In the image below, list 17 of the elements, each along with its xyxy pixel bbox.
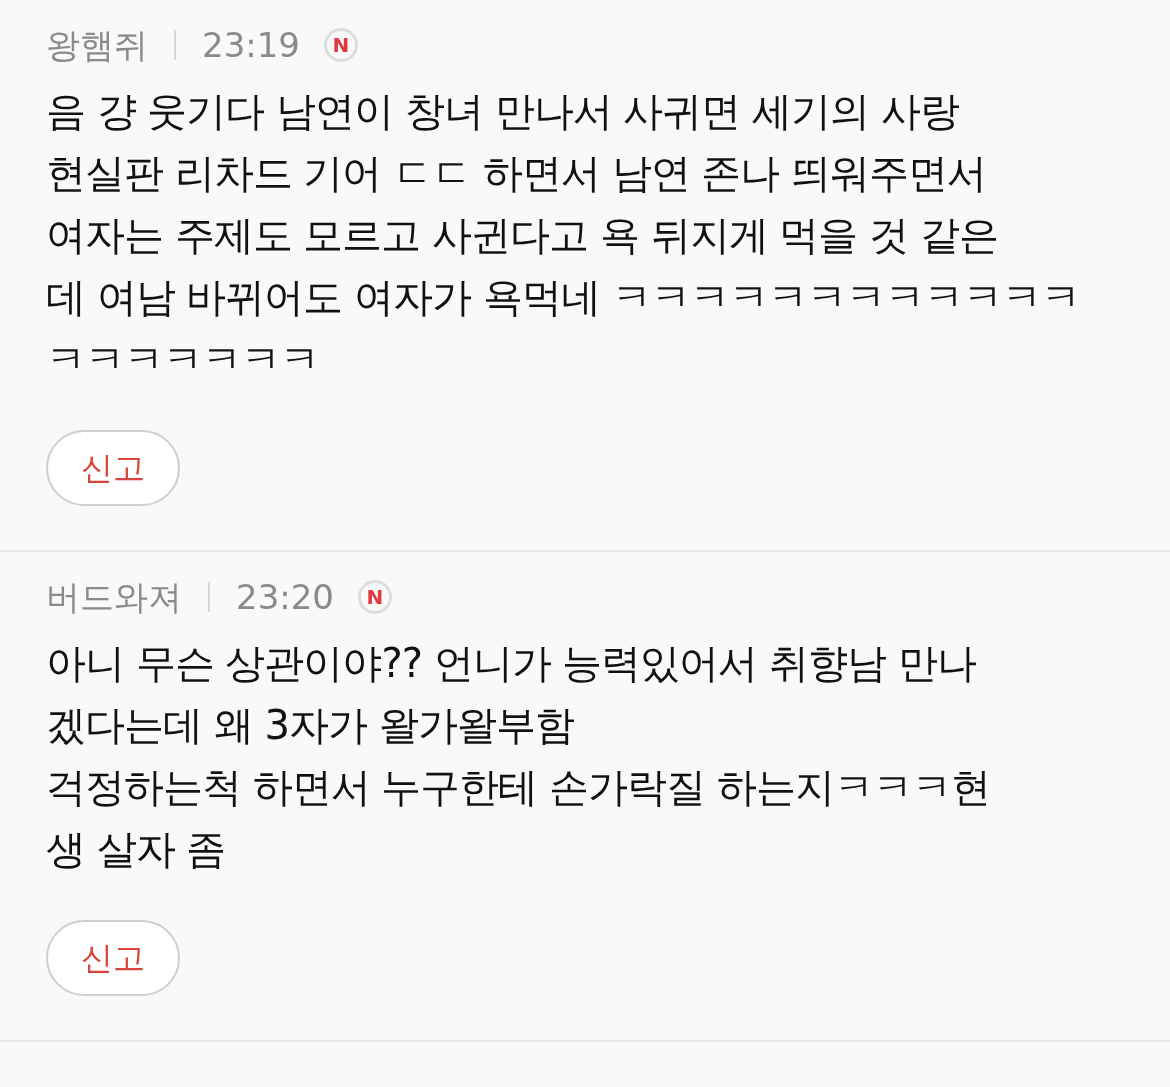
new-badge: N xyxy=(324,28,358,62)
comment-line: 현실판 리차드 기어 ㄷㄷ 하면서 남연 존나 띄워주면서 xyxy=(46,149,986,198)
author-name: 버드와져 xyxy=(46,580,182,614)
comment-line: 생 살자 좀 xyxy=(46,825,226,874)
comment-line: 여자는 주제도 모르고 사귄다고 욕 뒤지게 먹을 것 같은 xyxy=(46,211,998,260)
comment-line: 음 걍 웃기다 남연이 창녀 만나서 사귀면 세기의 사랑 xyxy=(46,87,959,136)
report-button[interactable]: 신고 xyxy=(46,430,180,506)
comment-line: 겠다는데 왜 3자가 왈가왈부함 xyxy=(46,701,574,750)
comment-time: 23:19 xyxy=(202,28,300,62)
new-badge: N xyxy=(358,580,392,614)
comment-line: 아니 무슨 상관이야?? 언니가 능력있어서 취향남 만나 xyxy=(46,639,976,688)
comment-time: 23:20 xyxy=(236,580,334,614)
author-name: 왕햄쥐 xyxy=(46,28,148,62)
comment-line: 걱정하는척 하면서 누구한테 손가락질 하는지ㅋㅋㅋ현 xyxy=(46,763,990,812)
report-button[interactable]: 신고 xyxy=(46,920,180,996)
comment-line: ㅋㅋㅋㅋㅋㅋㅋ xyxy=(46,335,319,384)
comment-line: 데 여남 바뀌어도 여자가 욕먹네 ㅋㅋㅋㅋㅋㅋㅋㅋㅋㅋㅋㅋ xyxy=(46,273,1080,322)
